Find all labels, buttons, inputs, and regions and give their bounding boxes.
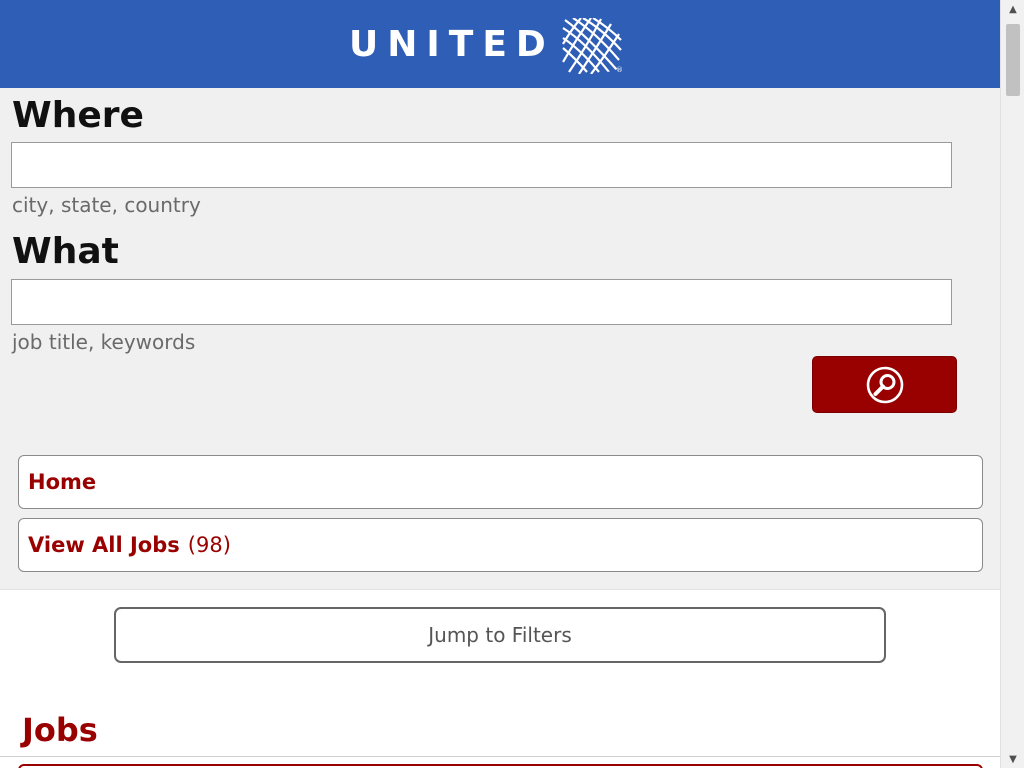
scroll-up-arrow-icon[interactable]: ▲	[1001, 0, 1024, 18]
divider	[0, 756, 1000, 757]
united-logo[interactable]: UNITED ®	[349, 16, 623, 74]
page-viewport: UNITED ® Where city, state, country What…	[0, 0, 1000, 768]
nav-home[interactable]: Home	[18, 455, 983, 509]
what-label: What	[12, 231, 119, 272]
jobs-heading: Jobs	[22, 711, 98, 749]
scroll-down-arrow-icon[interactable]: ▼	[1001, 750, 1024, 768]
jump-to-filters-button[interactable]: Jump to Filters	[114, 607, 886, 663]
logo-wordmark: UNITED	[349, 24, 555, 65]
what-hint: job title, keywords	[12, 330, 196, 354]
globe-icon: ®	[561, 18, 623, 74]
scroll-thumb[interactable]	[1006, 24, 1020, 96]
where-input[interactable]	[11, 142, 952, 188]
job-card[interactable]	[18, 764, 983, 768]
nav-view-all-jobs[interactable]: View All Jobs (98)	[18, 518, 983, 572]
svg-text:®: ®	[616, 66, 623, 74]
vertical-scrollbar[interactable]: ▲ ▼	[1000, 0, 1024, 768]
search-button[interactable]	[812, 356, 957, 413]
where-label: Where	[12, 95, 144, 136]
where-hint: city, state, country	[12, 193, 201, 217]
site-header: UNITED ®	[0, 0, 1000, 88]
job-count: (98)	[187, 533, 231, 557]
view-all-jobs-label: View All Jobs	[28, 533, 180, 557]
what-input[interactable]	[11, 279, 952, 325]
magnifier-icon	[866, 366, 903, 403]
home-link-label: Home	[28, 470, 97, 494]
job-search-panel: Where city, state, country What job titl…	[0, 88, 1000, 590]
